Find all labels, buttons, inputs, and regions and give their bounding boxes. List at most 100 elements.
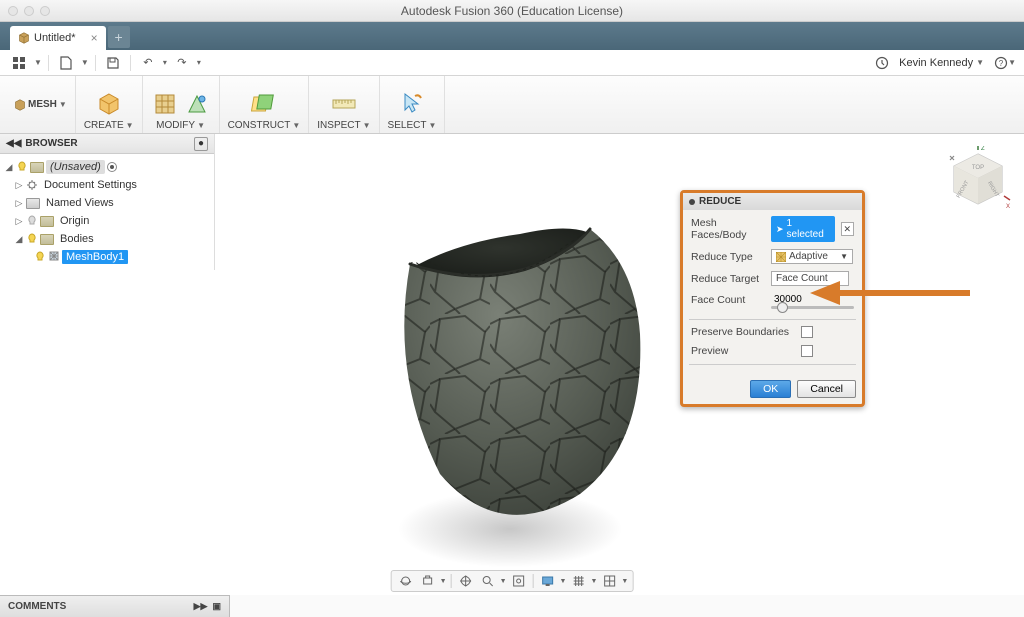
cancel-button[interactable]: Cancel xyxy=(797,380,856,398)
expand-icon[interactable]: ▷ xyxy=(14,216,24,227)
pin-button[interactable]: ● xyxy=(194,137,208,151)
selection-chip[interactable]: ➤1 selected xyxy=(771,216,835,242)
chevron-down-icon[interactable]: ▾ xyxy=(197,58,201,67)
cursor-icon: ➤ xyxy=(776,224,784,235)
browser-title: BROWSER xyxy=(25,138,77,149)
orbit-icon[interactable] xyxy=(396,572,416,590)
measure-icon[interactable] xyxy=(330,90,358,118)
chevron-down-icon[interactable]: ▼ xyxy=(621,578,628,585)
lightbulb-icon[interactable] xyxy=(34,251,46,263)
component-icon xyxy=(30,162,44,173)
svg-text:?: ? xyxy=(999,59,1004,68)
job-status-icon[interactable] xyxy=(875,53,889,73)
lightbulb-icon[interactable] xyxy=(26,233,38,245)
expand-icon[interactable]: ◢ xyxy=(4,162,14,173)
activate-radio[interactable] xyxy=(107,162,117,172)
tree-item-origin[interactable]: ▷ Origin xyxy=(0,212,214,230)
display-settings-icon[interactable] xyxy=(538,572,558,590)
select-menu[interactable]: SELECT▼ xyxy=(388,120,437,131)
dialog-grip-icon xyxy=(689,199,695,205)
preview-label: Preview xyxy=(691,345,801,357)
chevron-down-icon: ▼ xyxy=(1008,58,1016,67)
redo-button[interactable]: ↷ xyxy=(171,53,193,73)
insert-mesh-icon[interactable] xyxy=(95,90,123,118)
document-tab[interactable]: Untitled* × xyxy=(10,26,106,50)
chevron-down-icon[interactable]: ▾ xyxy=(163,58,167,67)
preview-checkbox[interactable] xyxy=(801,345,813,357)
file-button[interactable] xyxy=(55,53,77,73)
quick-access-toolbar: ▼ ▼ ↶ ▾ ↷ ▾ Kevin Kennedy ▼ ? ▼ xyxy=(0,50,1024,76)
help-button[interactable]: ? ▼ xyxy=(994,53,1016,73)
folder-icon xyxy=(40,234,54,245)
zoom-icon[interactable] xyxy=(478,572,498,590)
select-icon[interactable] xyxy=(398,90,426,118)
chevron-down-icon[interactable]: ▼ xyxy=(590,578,597,585)
construct-menu[interactable]: CONSTRUCT▼ xyxy=(228,120,301,131)
mesh-icon xyxy=(48,250,60,265)
chevron-down-icon: ▼ xyxy=(840,252,848,261)
reduce-type-dropdown[interactable]: Adaptive ▼ xyxy=(771,249,853,264)
fit-icon[interactable] xyxy=(509,572,529,590)
comments-bar[interactable]: COMMENTS ▶▶ ▣ xyxy=(0,595,230,617)
data-panel-button[interactable] xyxy=(8,53,30,73)
ribbon-group-create: CREATE▼ xyxy=(76,76,143,133)
chevron-down-icon[interactable]: ▼ xyxy=(440,578,447,585)
collapse-icon[interactable]: ◀◀ xyxy=(6,138,21,149)
dialog-titlebar[interactable]: REDUCE xyxy=(683,193,862,210)
ribbon-group-select: SELECT▼ xyxy=(380,76,446,133)
clear-selection-button[interactable]: ✕ xyxy=(841,222,854,236)
tree-item-meshbody[interactable]: MeshBody1 xyxy=(0,248,214,266)
inspect-menu[interactable]: INSPECT▼ xyxy=(317,120,370,131)
tab-label: Untitled* xyxy=(34,32,76,44)
tree-item-bodies[interactable]: ◢ Bodies xyxy=(0,230,214,248)
lightbulb-icon[interactable] xyxy=(16,161,28,173)
look-at-icon[interactable] xyxy=(418,572,438,590)
grid-settings-icon[interactable] xyxy=(568,572,588,590)
viewcube[interactable]: TOP FRONT RIGHT Z X xyxy=(944,146,1012,214)
lightbulb-off-icon[interactable] xyxy=(26,215,38,227)
tab-add-button[interactable]: + xyxy=(108,26,130,48)
undo-button[interactable]: ↶ xyxy=(137,53,159,73)
workspace-switcher[interactable]: MESH ▼ xyxy=(6,76,76,133)
mesh-faces-label: Mesh Faces/Body xyxy=(691,217,771,241)
save-button[interactable] xyxy=(102,53,124,73)
tree-item-doc-settings[interactable]: ▷ Document Settings xyxy=(0,176,214,194)
viewport-layout-icon[interactable] xyxy=(599,572,619,590)
face-count-slider[interactable] xyxy=(771,306,854,309)
reduce-dialog: REDUCE Mesh Faces/Body ➤1 selected ✕ Red… xyxy=(680,190,865,407)
navigation-toolbar: ▼ ▼ ▼ ▼ ▼ xyxy=(391,570,634,592)
reduce-icon[interactable] xyxy=(183,90,211,118)
reduce-target-dropdown[interactable]: Face Count xyxy=(771,271,849,286)
browser-panel: ◀◀ BROWSER ● ◢ (Unsaved) ▷ Document Sett… xyxy=(0,134,215,270)
svg-text:TOP: TOP xyxy=(972,165,984,171)
chevron-down-icon[interactable]: ▼ xyxy=(500,578,507,585)
tab-close-icon[interactable]: × xyxy=(91,31,98,45)
remesh-icon[interactable] xyxy=(151,90,179,118)
create-menu[interactable]: CREATE▼ xyxy=(84,120,134,131)
mesh-model[interactable] xyxy=(370,194,660,534)
node-label: Document Settings xyxy=(40,178,141,192)
face-count-label: Face Count xyxy=(691,294,771,306)
user-menu[interactable]: Kevin Kennedy ▼ xyxy=(899,57,984,69)
separator xyxy=(48,55,49,71)
reduce-type-label: Reduce Type xyxy=(691,251,771,263)
pan-icon[interactable] xyxy=(456,572,476,590)
construct-plane-icon[interactable] xyxy=(250,90,278,118)
tree-item-named-views[interactable]: ▷ Named Views xyxy=(0,194,214,212)
window-title: Autodesk Fusion 360 (Education License) xyxy=(0,4,1024,18)
workspace-label: MESH xyxy=(28,99,57,110)
tree-root[interactable]: ◢ (Unsaved) xyxy=(0,158,214,176)
chevron-down-icon[interactable]: ▼ xyxy=(34,58,42,67)
chevron-down-icon[interactable]: ▼ xyxy=(81,58,89,67)
expand-icon[interactable]: ◢ xyxy=(14,234,24,245)
chevron-down-icon[interactable]: ▼ xyxy=(560,578,567,585)
modify-menu[interactable]: MODIFY▼ xyxy=(156,120,205,131)
expand-icon[interactable]: ▶▶ ▣ xyxy=(194,601,221,612)
expand-icon[interactable]: ▷ xyxy=(14,180,24,191)
preserve-boundaries-checkbox[interactable] xyxy=(801,326,813,338)
ok-button[interactable]: OK xyxy=(750,380,791,398)
node-label: Origin xyxy=(56,214,93,228)
node-label: Bodies xyxy=(56,232,98,246)
comments-label: COMMENTS xyxy=(8,601,66,612)
expand-icon[interactable]: ▷ xyxy=(14,198,24,209)
